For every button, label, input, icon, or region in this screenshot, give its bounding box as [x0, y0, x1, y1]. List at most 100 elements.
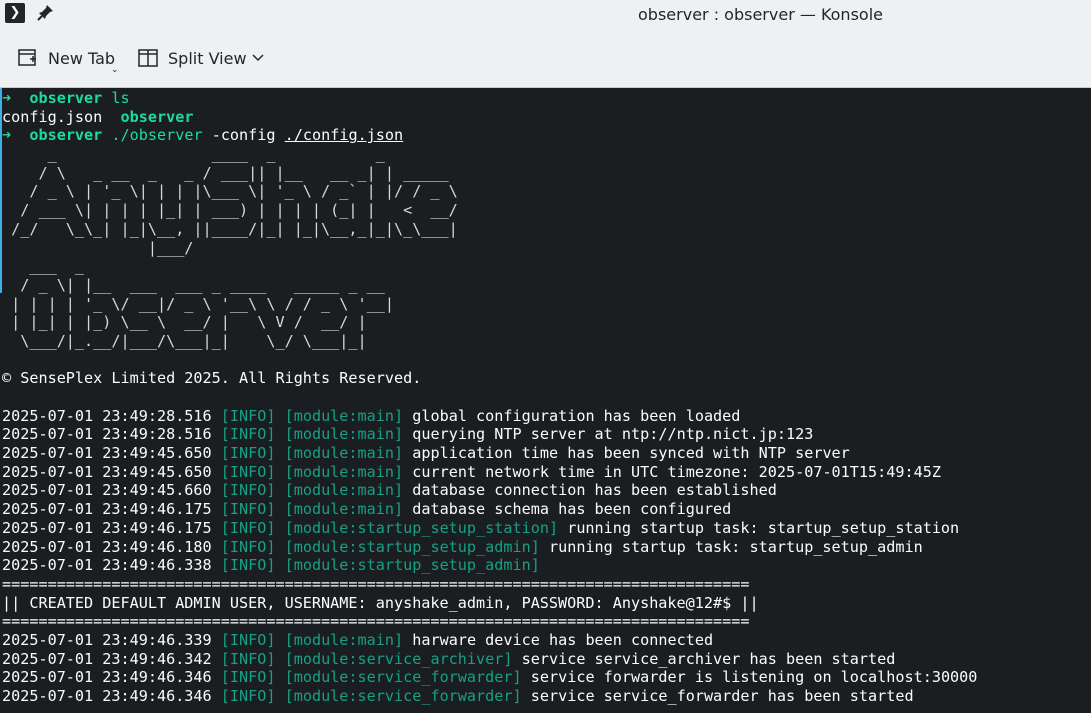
- anyshake-banner-art: _ ____ _ _ / \ _ __ _ _ / ___|| |__ __ _…: [2, 145, 977, 351]
- log-timestamp: 2025-07-01 23:49:46.175: [2, 500, 212, 519]
- log-message: harware device has been connected: [412, 630, 714, 649]
- banner-art-line: / \ _ __ _ _ / ___|| |__ __ _| | _____: [2, 163, 449, 182]
- copyright-line: © SensePlex Limited 2025. All Rights Res…: [2, 369, 422, 388]
- prompt-line-run: ➜ observer ./observer -config ./config.j…: [2, 126, 977, 145]
- split-view-icon: [138, 49, 158, 67]
- log-message: querying NTP server at ntp://ntp.nict.jp…: [412, 425, 814, 444]
- log-timestamp: 2025-07-01 23:49:28.516: [2, 406, 212, 425]
- log-line: 2025-07-01 23:49:46.339 [INFO] [module:m…: [2, 631, 977, 650]
- banner-art-line: | | | | '_ \/ __|/ _ \ '__\ \ / / _ \ '_…: [2, 294, 394, 313]
- log-line: 2025-07-01 23:49:46.175 [INFO] [module:m…: [2, 500, 977, 519]
- log-level: [INFO]: [220, 406, 276, 425]
- log-level: [INFO]: [220, 481, 276, 500]
- banner-art-line: | |_| | |_) \__ \ __/ | \ V / __/ |: [2, 313, 367, 332]
- prompt-line-ls: ➜ observer ls: [2, 89, 977, 108]
- log-message: service service_forwarder has been start…: [530, 687, 914, 705]
- konsole-window: ❯ observer : observer — Konsole New Tab …: [0, 0, 1091, 713]
- log-timestamp: 2025-07-01 23:49:45.660: [2, 481, 212, 500]
- ls-executable: observer: [120, 107, 194, 126]
- prompt-dir: observer: [29, 126, 103, 145]
- log-line: 2025-07-01 23:49:46.346 [INFO] [module:s…: [2, 687, 977, 706]
- log-level: [INFO]: [220, 462, 276, 481]
- log-level: [INFO]: [220, 500, 276, 519]
- log-level: [INFO]: [220, 537, 276, 556]
- log-timestamp: 2025-07-01 23:49:46.175: [2, 518, 212, 537]
- new-tab-dropdown-icon[interactable]: ⌄: [111, 65, 119, 75]
- banner-art-line: |___/: [2, 238, 194, 257]
- log-module: [module:main]: [284, 462, 404, 481]
- command-exe: ./observer: [111, 126, 203, 145]
- log-message: application time has been synced with NT…: [412, 444, 850, 463]
- chevron-down-icon: [252, 54, 264, 62]
- terminal-focus-edge: [0, 88, 2, 293]
- log-line: 2025-07-01 23:49:46.346 [INFO] [module:s…: [2, 668, 977, 687]
- banner-art-line: / ___ \| | | | |_| | ___) | | | | (_| | …: [2, 201, 458, 220]
- log-level: [INFO]: [220, 668, 276, 687]
- log-line: 2025-07-01 23:49:46.180 [INFO] [module:s…: [2, 538, 977, 557]
- log-line: 2025-07-01 23:49:28.516 [INFO] [module:m…: [2, 425, 977, 444]
- log-line: 2025-07-01 23:49:45.650 [INFO] [module:m…: [2, 444, 977, 463]
- log-module: [module:main]: [284, 500, 404, 519]
- log-block-services: 2025-07-01 23:49:46.339 [INFO] [module:m…: [2, 631, 977, 706]
- admin-notice-line: || CREATED DEFAULT ADMIN USER, USERNAME:…: [2, 593, 759, 612]
- banner-art-line: /_/ \_\_| |_|\__, ||____/|_| |_|\__,_|_|…: [2, 219, 458, 238]
- log-module: [module:main]: [284, 481, 404, 500]
- new-tab-button[interactable]: New Tab: [14, 41, 115, 75]
- log-module: [module:main]: [284, 406, 404, 425]
- log-timestamp: 2025-07-01 23:49:46.346: [2, 687, 212, 705]
- separator-line: ========================================…: [2, 612, 750, 631]
- log-message: running startup task: startup_setup_admi…: [548, 537, 923, 556]
- log-module: [module:startup_setup_admin]: [284, 556, 540, 575]
- command-arg: ./config.json: [284, 126, 404, 145]
- log-timestamp: 2025-07-01 23:49:45.650: [2, 462, 212, 481]
- log-message: global configuration has been loaded: [412, 406, 741, 425]
- ls-output-line: config.json observer: [2, 108, 977, 127]
- log-message: running startup task: startup_setup_stat…: [567, 518, 960, 537]
- log-line: 2025-07-01 23:49:46.338 [INFO] [module:s…: [2, 556, 977, 575]
- log-level: [INFO]: [220, 649, 276, 668]
- log-message: database schema has been configured: [412, 500, 732, 519]
- log-line: 2025-07-01 23:49:46.175 [INFO] [module:s…: [2, 519, 977, 538]
- log-module: [module:main]: [284, 444, 404, 463]
- log-timestamp: 2025-07-01 23:49:46.338: [2, 556, 212, 575]
- log-module: [module:main]: [284, 425, 404, 444]
- log-block-startup: 2025-07-01 23:49:28.516 [INFO] [module:m…: [2, 407, 977, 575]
- window-title: observer : observer — Konsole: [638, 5, 883, 24]
- log-module: [module:service_archiver]: [284, 649, 513, 668]
- banner-art-line: / _ \ | '_ \| | | |\___ \| '_ \ / _` | |…: [2, 182, 458, 201]
- terminal-view[interactable]: ➜ observer ls config.json observer ➜ obser…: [0, 88, 1091, 713]
- log-level: [INFO]: [220, 425, 276, 444]
- command-text: ls: [111, 89, 130, 107]
- split-view-button[interactable]: Split View: [136, 41, 247, 75]
- log-module: [module:service_forwarder]: [284, 668, 522, 687]
- log-module: [module:startup_setup_station]: [284, 518, 559, 537]
- log-timestamp: 2025-07-01 23:49:46.180: [2, 537, 212, 556]
- banner-art-line: _ ____ _ _: [2, 145, 385, 164]
- log-timestamp: 2025-07-01 23:49:46.342: [2, 649, 212, 668]
- log-message: current network time in UTC timezone: 20…: [412, 462, 941, 481]
- log-timestamp: 2025-07-01 23:49:46.346: [2, 668, 212, 687]
- log-level: [INFO]: [220, 444, 276, 463]
- log-line: 2025-07-01 23:49:45.650 [INFO] [module:m…: [2, 463, 977, 482]
- log-level: [INFO]: [220, 518, 276, 537]
- log-timestamp: 2025-07-01 23:49:46.339: [2, 630, 212, 649]
- title-bar: ❯ observer : observer — Konsole: [0, 0, 1091, 28]
- prompt-arrow: ➜: [2, 126, 12, 145]
- prompt-arrow: ➜: [2, 89, 12, 107]
- log-line: 2025-07-01 23:49:28.516 [INFO] [module:m…: [2, 407, 977, 426]
- separator-line: ========================================…: [2, 574, 750, 593]
- log-line: 2025-07-01 23:49:46.342 [INFO] [module:s…: [2, 650, 977, 669]
- log-module: [module:startup_setup_admin]: [284, 537, 540, 556]
- log-level: [INFO]: [220, 630, 276, 649]
- log-level: [INFO]: [220, 556, 276, 575]
- log-message: service service_archiver has been starte…: [521, 649, 896, 668]
- log-module: [module:service_forwarder]: [284, 687, 522, 705]
- new-tab-label: New Tab: [48, 48, 116, 68]
- log-timestamp: 2025-07-01 23:49:45.650: [2, 444, 212, 463]
- log-message: database connection has been established: [412, 481, 777, 500]
- split-view-label: Split View: [168, 48, 247, 68]
- split-view-menu-button[interactable]: [250, 41, 274, 75]
- ls-file: config.json: [2, 107, 103, 126]
